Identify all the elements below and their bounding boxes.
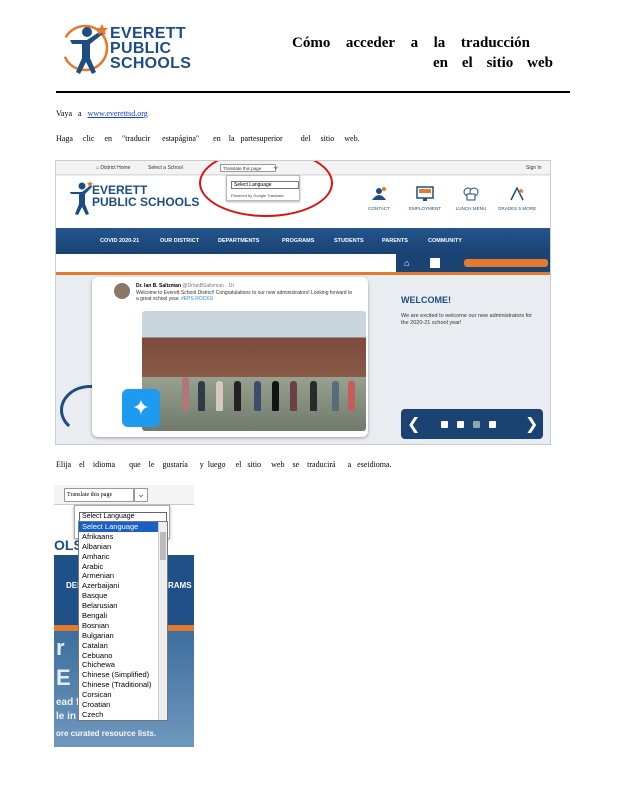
signin-link[interactable]: Sign In (526, 165, 542, 171)
carousel-dot[interactable] (473, 421, 480, 428)
list-item[interactable]: Azerbaijani (79, 581, 167, 591)
main-nav: COVID 2020-21 OUR DISTRICT DEPARTMENTS P… (56, 228, 550, 254)
step1-paragraph: Vaya a www.everettsd.org (56, 109, 148, 118)
chevron-down-icon[interactable]: ⌄ (134, 488, 148, 502)
list-item[interactable]: Corsican (79, 690, 167, 700)
website-screenshot: ⌂ District Home Select a School Translat… (55, 160, 551, 445)
chef-hat-icon (463, 187, 479, 201)
grades-link[interactable]: GRADES 5 MORE (494, 186, 540, 211)
grades-icon (510, 186, 524, 201)
logo-wordmark: EVERETT PUBLIC SCHOOLS (110, 25, 192, 72)
welcome-heading: WELCOME! (401, 295, 451, 305)
list-item[interactable]: Cebuano (79, 651, 167, 661)
language-list-screenshot: Translate this page ⌄ OLS DEI RAMS r b 2… (54, 485, 194, 747)
chevron-left-icon[interactable]: ❮ (407, 414, 420, 434)
scrollbar[interactable] (158, 522, 167, 720)
list-item[interactable]: Chinese (Traditional) (79, 680, 167, 690)
calendar-icon[interactable] (430, 258, 440, 268)
list-item[interactable]: Select Language (79, 522, 167, 532)
list-item[interactable]: Czech (79, 710, 167, 720)
nav-community[interactable]: COMMUNITY (428, 238, 462, 244)
avatar (114, 283, 130, 299)
nav-our-district[interactable]: OUR DISTRICT (160, 238, 199, 244)
list-item[interactable]: Catalan (79, 641, 167, 651)
nav-students[interactable]: STUDENTS (334, 238, 364, 244)
tweet-photo (142, 311, 366, 431)
welcome-text: We are excited to welcome our new admini… (401, 313, 533, 326)
search-input[interactable] (464, 259, 548, 267)
list-item[interactable]: Amharic (79, 552, 167, 562)
everett-logo: EVERETT PUBLIC SCHOOLS (60, 18, 220, 80)
site-logo-figure-icon (70, 181, 93, 215)
list-item[interactable]: Belarusian (79, 601, 167, 611)
carousel-controls: ❮ ❯ (401, 409, 543, 439)
carousel-dot[interactable] (489, 421, 496, 428)
employment-link[interactable]: EMPLOYMENT (402, 186, 448, 211)
nav-parents[interactable]: PARENTS (382, 238, 408, 244)
nav-programs[interactable]: PROGRAMS (282, 238, 314, 244)
list-item[interactable]: Bengali (79, 611, 167, 621)
orange-divider (56, 272, 550, 275)
list-item[interactable]: Bosnian (79, 621, 167, 631)
nav-departments[interactable]: DEPARTMENTS (218, 238, 259, 244)
header-rule (56, 91, 570, 93)
contact-link[interactable]: CONTACT (356, 186, 402, 211)
home-icon[interactable]: ⌂ (404, 258, 416, 268)
list-item[interactable]: Albanian (79, 542, 167, 552)
step3-paragraph: Elija el idioma que le gustaría y luego el sitio w… (56, 460, 392, 469)
student-figure-icon (61, 24, 109, 74)
district-website-link[interactable]: www.everettsd.org (88, 109, 148, 118)
list-item[interactable]: Chinese (Simplified) (79, 670, 167, 680)
utility-bar: ⌂ (56, 254, 550, 272)
list-item[interactable]: Bulgarian (79, 631, 167, 641)
lunch-menu-link[interactable]: LUNCH MENU (448, 186, 494, 211)
list-item[interactable]: Afrikaans (79, 532, 167, 542)
district-home-link[interactable]: ⌂ District Home (96, 165, 130, 171)
tweet-text: Welcome to Everett School District! Cong… (136, 290, 353, 302)
contact-icon (372, 187, 386, 200)
list-item[interactable]: Armenian (79, 571, 167, 581)
carousel-dot[interactable] (441, 421, 448, 428)
list-item[interactable]: Basque (79, 591, 167, 601)
list-item[interactable]: Chichewa (79, 660, 167, 670)
twitter-bird-icon: ✦ (122, 389, 160, 427)
carousel-dot[interactable] (457, 421, 464, 428)
list-item[interactable]: Arabic (79, 562, 167, 572)
site-logo-text: EVERETT PUBLIC SCHOOLS (92, 183, 200, 209)
select-school-link[interactable]: Select a School (148, 165, 183, 171)
nav-covid[interactable]: COVID 2020-21 (100, 238, 139, 244)
step2-paragraph: Haga clic en "traducir estapágina" en la partes… (56, 134, 360, 143)
page-title: Cómo acceder a la traducción en el sitio… (292, 35, 553, 71)
tweet-author: Dr. Ian B. Saltzman @DrIanBSaltzman · 1h (136, 283, 234, 289)
list-item[interactable]: Croatian (79, 700, 167, 710)
translate-bar: Translate this page ⌄ (54, 485, 194, 505)
quick-links: CONTACT EMPLOYMENT LUNCH MENU GRADES 5 M… (356, 186, 540, 211)
monitor-icon (416, 186, 434, 201)
language-list[interactable]: Select Language Afrikaans Albanian Amhar… (78, 521, 168, 721)
chevron-right-icon[interactable]: ❯ (525, 414, 538, 434)
translate-page-box[interactable]: Translate this page (64, 488, 134, 502)
